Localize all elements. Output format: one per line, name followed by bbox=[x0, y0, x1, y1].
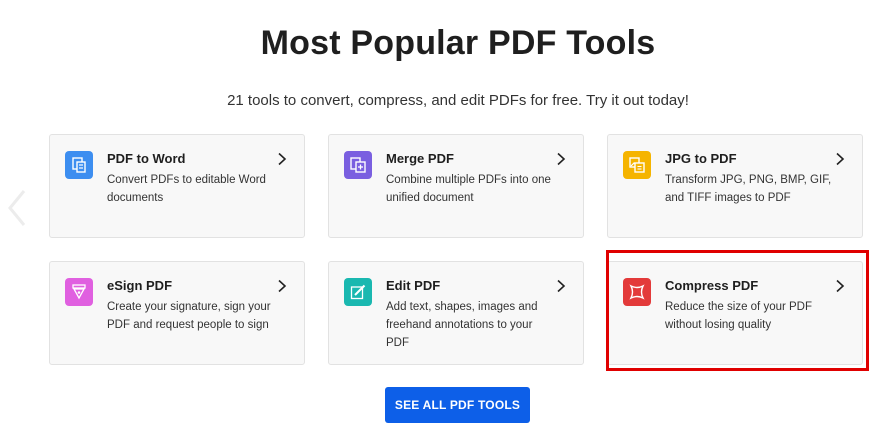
page-subtitle: 21 tools to convert, compress, and edit … bbox=[227, 92, 689, 109]
tool-title: JPG to PDF bbox=[665, 151, 737, 166]
page-title: Most Popular PDF Tools bbox=[260, 24, 656, 62]
pen-nib-icon bbox=[65, 278, 93, 306]
chevron-right-icon bbox=[836, 279, 845, 293]
tool-card-jpg-to-pdf[interactable]: JPG to PDF Transform JPG, PNG, BMP, GIF,… bbox=[607, 134, 863, 238]
tool-card-compress-pdf[interactable]: Compress PDF Reduce the size of your PDF… bbox=[607, 261, 863, 365]
tool-description: Add text, shapes, images and freehand an… bbox=[386, 301, 538, 349]
tool-card-merge-pdf[interactable]: Merge PDF Combine multiple PDFs into one… bbox=[328, 134, 584, 238]
tool-description: Convert PDFs to editable Word documents bbox=[107, 174, 266, 204]
compress-icon bbox=[623, 278, 651, 306]
tool-title: PDF to Word bbox=[107, 151, 186, 166]
tool-description: Transform JPG, PNG, BMP, GIF, and TIFF i… bbox=[665, 174, 832, 204]
chevron-right-icon bbox=[278, 279, 287, 293]
merge-pages-icon bbox=[344, 151, 372, 179]
edit-pencil-icon bbox=[344, 278, 372, 306]
carousel-prev-button[interactable] bbox=[4, 186, 30, 230]
tool-title: Edit PDF bbox=[386, 278, 441, 293]
tool-title: Compress PDF bbox=[665, 278, 759, 293]
word-document-icon bbox=[65, 151, 93, 179]
tool-description: Create your signature, sign your PDF and… bbox=[107, 301, 271, 331]
chevron-right-icon bbox=[557, 279, 566, 293]
tool-card-pdf-to-word[interactable]: PDF to Word Convert PDFs to editable Wor… bbox=[49, 134, 305, 238]
tool-title: Merge PDF bbox=[386, 151, 454, 166]
tool-description: Reduce the size of your PDF without losi… bbox=[665, 301, 813, 331]
tool-title: eSign PDF bbox=[107, 278, 173, 293]
chevron-left-icon bbox=[8, 190, 26, 226]
chevron-right-icon bbox=[836, 152, 845, 166]
see-all-tools-button[interactable]: SEE ALL PDF TOOLS bbox=[385, 387, 530, 423]
tool-card-esign-pdf[interactable]: eSign PDF Create your signature, sign yo… bbox=[49, 261, 305, 365]
chevron-right-icon bbox=[278, 152, 287, 166]
tool-card-edit-pdf[interactable]: Edit PDF Add text, shapes, images and fr… bbox=[328, 261, 584, 365]
chevron-right-icon bbox=[557, 152, 566, 166]
popular-tools-section: Most Popular PDF Tools 21 tools to conve… bbox=[0, 0, 891, 430]
tool-description: Combine multiple PDFs into one unified d… bbox=[386, 174, 551, 204]
image-convert-icon bbox=[623, 151, 651, 179]
